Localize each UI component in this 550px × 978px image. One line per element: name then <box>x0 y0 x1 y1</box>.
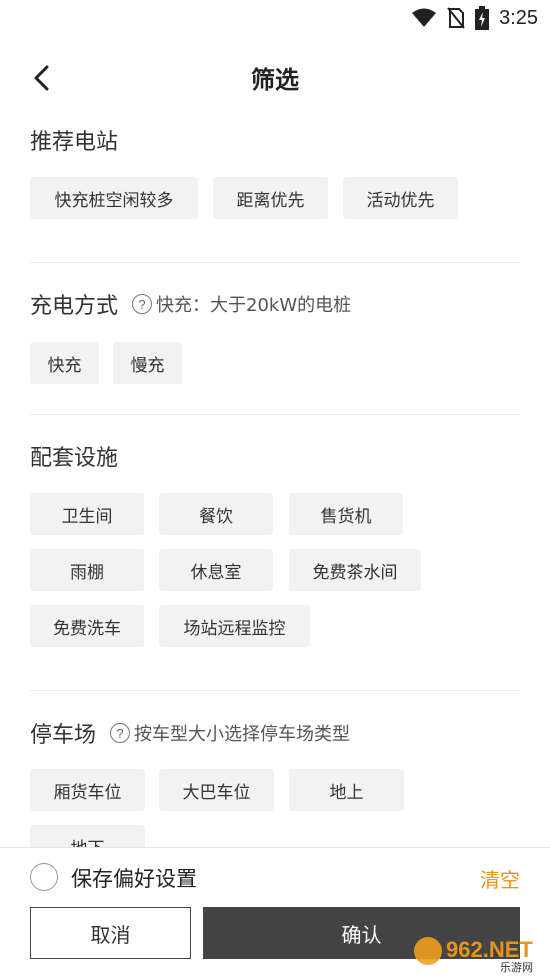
chip-facility-vending[interactable]: 售货机 <box>289 493 403 535</box>
chip-facility-canopy[interactable]: 雨棚 <box>30 549 144 591</box>
section-parking: 停车场 ? 按车型大小选择停车场类型 <box>30 717 520 749</box>
question-icon: ? <box>110 723 131 743</box>
chip-facility-tea-room[interactable]: 免费茶水间 <box>289 549 421 591</box>
chip-parking-above-ground[interactable]: 地上 <box>289 769 404 811</box>
divider <box>30 262 520 263</box>
chip-facility-lounge[interactable]: 休息室 <box>159 549 273 591</box>
divider <box>30 414 520 415</box>
chip-fast-charge[interactable]: 快充 <box>30 342 99 384</box>
chip-recommend-idle[interactable]: 快充桩空闲较多 <box>30 177 198 219</box>
section-title: 推荐电站 <box>30 130 119 155</box>
question-icon: ? <box>132 294 153 314</box>
no-sim-icon <box>447 7 465 29</box>
watermark-sub: 乐游网 <box>500 961 533 973</box>
section-charge-mode: 充电方式 ? 快充：大于20kW的电桩 <box>30 288 520 320</box>
chip-parking-underground[interactable]: 地下 <box>30 825 145 847</box>
filter-content[interactable]: 推荐电站 快充桩空闲较多 距离优先 活动优先 充电方式 ? 快充：大于20kW的… <box>0 110 550 847</box>
status-bar: 3:25 <box>0 0 550 36</box>
chip-parking-bus[interactable]: 大巴车位 <box>159 769 274 811</box>
section-title: 停车场 <box>30 723 97 748</box>
chip-facility-toilet[interactable]: 卫生间 <box>30 493 144 535</box>
hint-text: 快充：大于20kW的电桩 <box>156 295 352 316</box>
section-facilities: 配套设施 <box>30 440 520 472</box>
section-title: 配套设施 <box>30 446 119 471</box>
cancel-button[interactable]: 取消 <box>30 907 191 959</box>
wifi-icon <box>412 8 437 27</box>
charge-mode-hint[interactable]: ? 快充：大于20kW的电桩 <box>132 291 351 317</box>
chip-recommend-promo[interactable]: 活动优先 <box>343 177 458 219</box>
watermark-brand: 962.NET <box>446 937 533 962</box>
clear-button[interactable]: 清空 <box>480 864 520 893</box>
nav-bar: 筛选 <box>0 50 550 106</box>
status-time: 3:25 <box>499 6 538 29</box>
chip-parking-van[interactable]: 厢货车位 <box>30 769 145 811</box>
section-recommend: 推荐电站 <box>30 124 520 156</box>
watermark-logo: 962.NET 乐游网 <box>414 937 533 973</box>
chip-recommend-distance[interactable]: 距离优先 <box>213 177 328 219</box>
save-preference-label[interactable]: 保存偏好设置 <box>71 863 197 893</box>
chip-facility-remote-monitor[interactable]: 场站远程监控 <box>159 605 310 647</box>
chip-facility-car-wash[interactable]: 免费洗车 <box>30 605 144 647</box>
save-preference-radio[interactable] <box>30 863 58 891</box>
parking-hint[interactable]: ? 按车型大小选择停车场类型 <box>110 720 350 746</box>
divider <box>30 690 520 691</box>
page-title: 筛选 <box>251 66 299 94</box>
section-title: 充电方式 <box>30 294 119 319</box>
battery-charging-icon <box>475 6 490 30</box>
chip-slow-charge[interactable]: 慢充 <box>113 342 182 384</box>
chip-facility-food[interactable]: 餐饮 <box>159 493 273 535</box>
hint-text: 按车型大小选择停车场类型 <box>134 724 351 745</box>
